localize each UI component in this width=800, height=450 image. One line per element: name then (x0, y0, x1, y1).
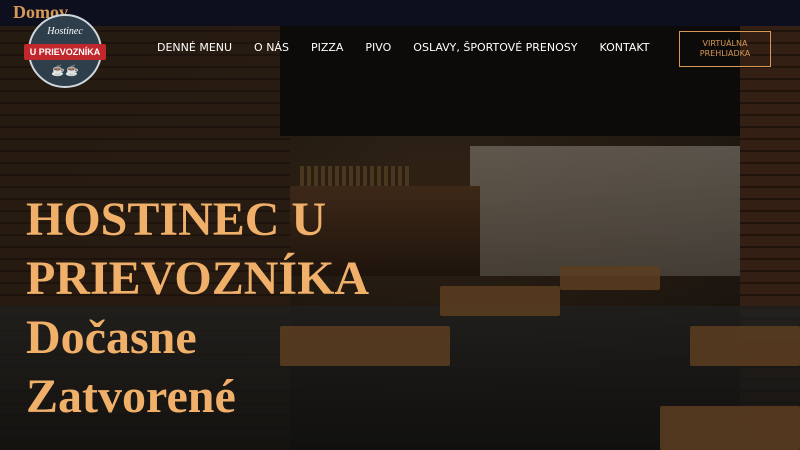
virtual-tour-button[interactable]: VIRTUÁLNA PREHLIADKA (679, 31, 771, 67)
nav-item-pivo[interactable]: PIVO (365, 40, 391, 56)
nav-item-pizza[interactable]: PIZZA (311, 40, 343, 56)
virtual-tour-label-line1: VIRTUÁLNA (702, 39, 748, 48)
beer-mugs-icon: ☕☕ (51, 65, 79, 77)
nav-item-kontakt[interactable]: KONTAKT (599, 40, 649, 56)
headline-line-3: Dočasne (26, 311, 197, 364)
nav-item-denne-menu[interactable]: DENNÉ MENU (157, 40, 232, 56)
nav-item-o-nas[interactable]: O NÁS (254, 40, 289, 56)
logo-top-text: Hostinec (47, 26, 83, 37)
headline-line-1: HOSTINEC U (26, 193, 327, 246)
virtual-tour-label-line2: PREHLIADKA (699, 49, 751, 58)
logo-ribbon-text: U PRIEVOZNÍKA (24, 44, 106, 60)
top-bar: Domov (0, 0, 800, 26)
hero-headline: HOSTINEC U PRIEVOZNÍKA Dočasne Zatvorené (26, 190, 426, 426)
main-nav: DENNÉ MENU O NÁS PIZZA PIVO OSLAVY, ŠPOR… (157, 40, 649, 56)
nav-item-oslavy[interactable]: OSLAVY, ŠPORTOVÉ PRENOSY (413, 40, 577, 56)
headline-line-2: PRIEVOZNÍKA (26, 252, 370, 305)
site-logo[interactable]: Hostinec U PRIEVOZNÍKA ☕☕ (24, 14, 106, 88)
headline-line-4: Zatvorené (26, 370, 236, 423)
